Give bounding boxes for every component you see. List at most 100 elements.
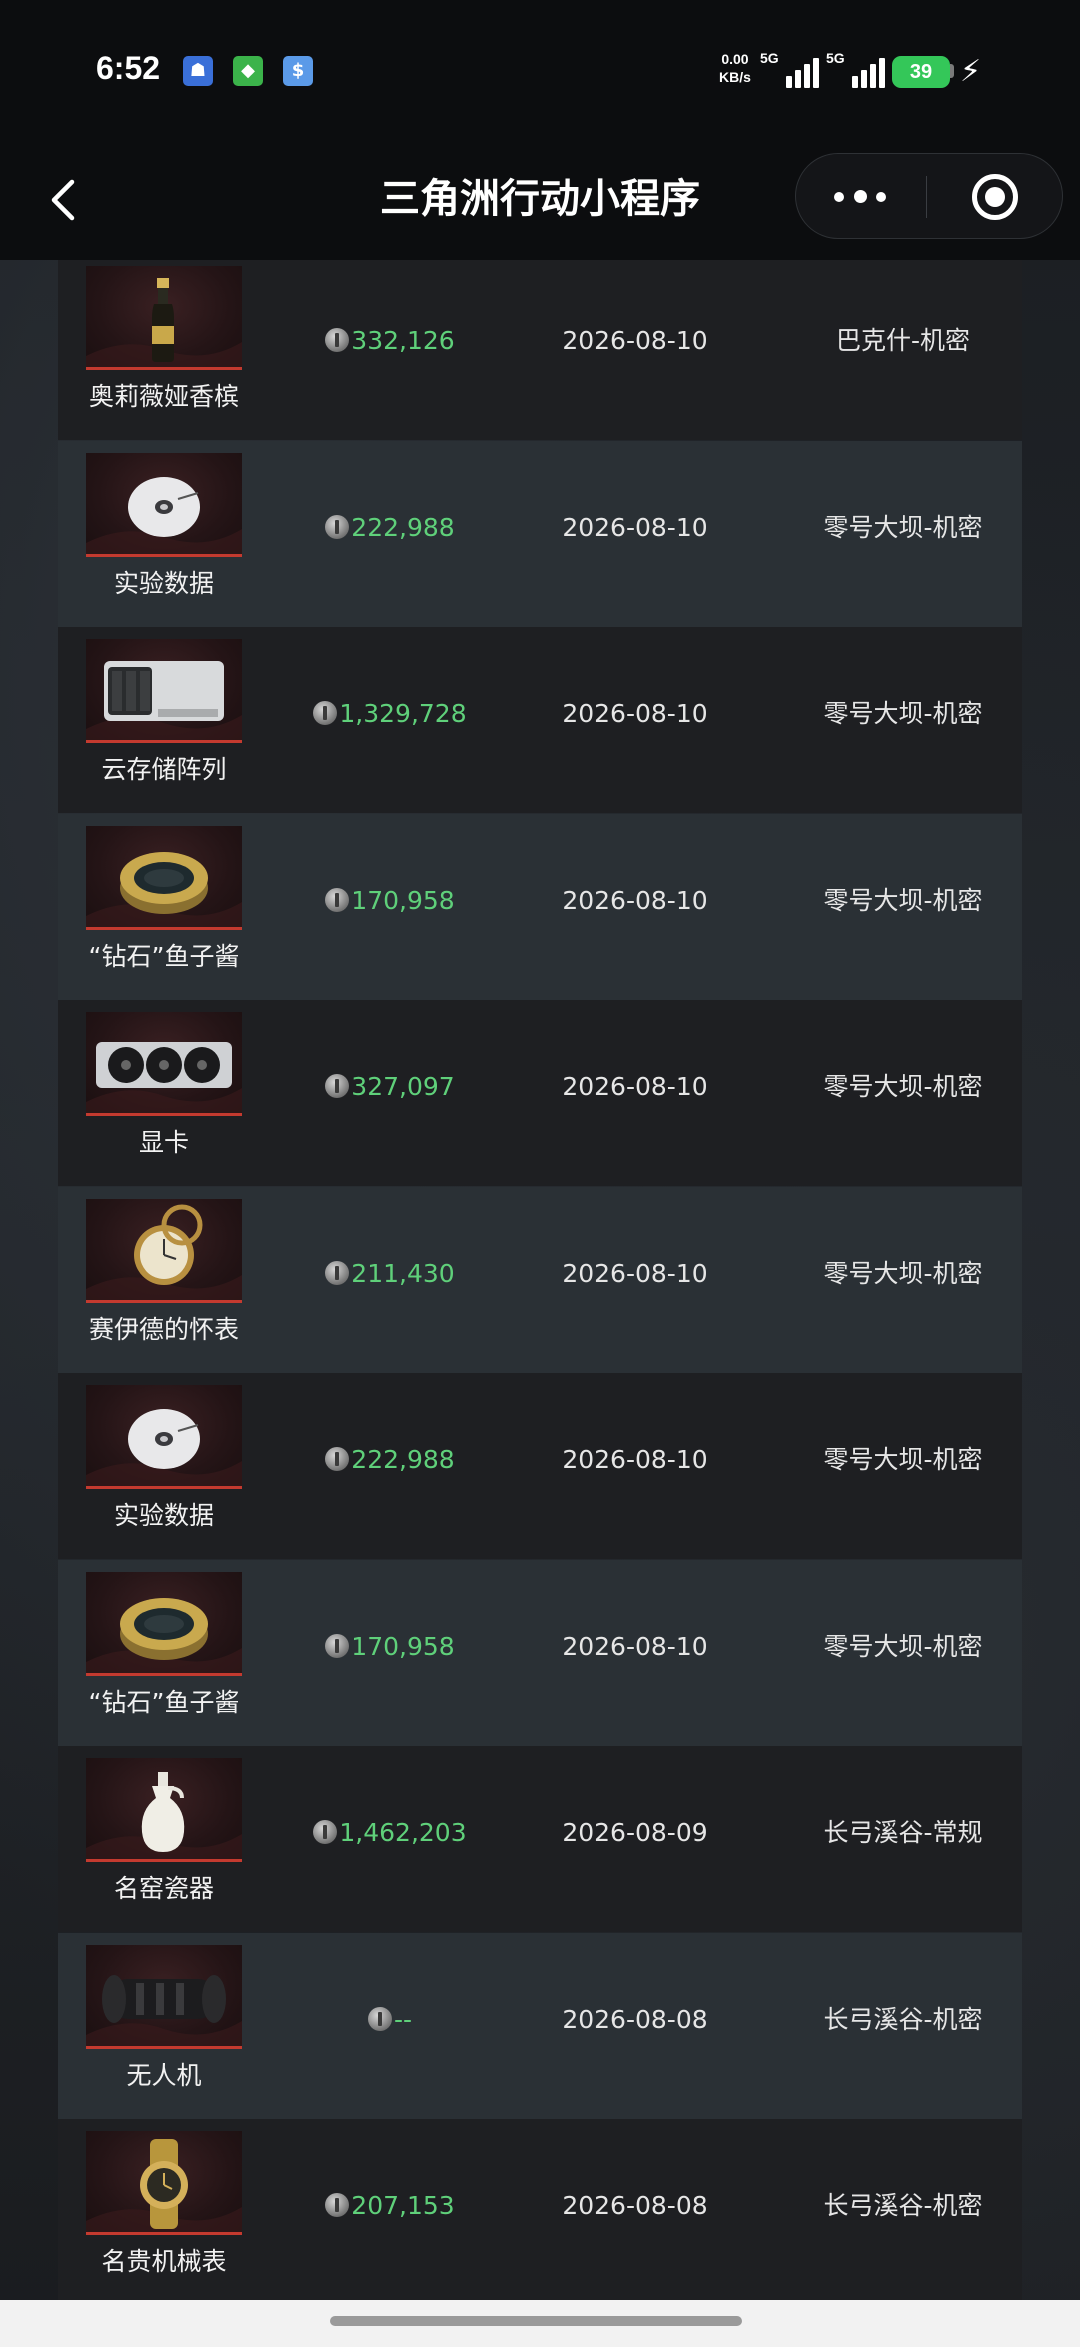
table-row[interactable]: 实验数据 222,988 2026-08-10 零号大坝-机密 xyxy=(58,1373,1022,1559)
record-date: 2026-08-10 xyxy=(562,1632,708,1661)
coin-icon xyxy=(367,2007,392,2031)
drone-icon xyxy=(86,1975,242,2046)
map-mode: 长弓溪谷-机密 xyxy=(823,2191,983,2220)
coin-icon xyxy=(325,2193,350,2217)
price-value: 1,462,203 xyxy=(339,1818,467,1847)
table-row[interactable]: 赛伊德的怀表 211,430 2026-08-10 零号大坝-机密 xyxy=(58,1187,1022,1373)
coin-icon xyxy=(325,1634,350,1658)
item-price: 327,097 xyxy=(270,1070,510,1104)
table-row[interactable]: “钻石”鱼子酱 170,958 2026-08-10 零号大坝-机密 xyxy=(58,814,1022,1000)
item-name: 赛伊德的怀表 xyxy=(88,1315,239,1344)
pocket-watch-icon xyxy=(86,1204,242,1300)
price-value: 207,153 xyxy=(351,2191,455,2220)
record-date: 2026-08-10 xyxy=(562,1072,708,1101)
item-thumbnail xyxy=(86,2131,242,2235)
item-price: 1,329,728 xyxy=(270,697,510,731)
price-value: 332,126 xyxy=(351,326,455,355)
coin-icon xyxy=(325,1074,350,1098)
table-row[interactable]: 奥莉薇娅香槟 332,126 2026-08-10 巴克什-机密 xyxy=(58,260,1022,440)
item-name: 无人机 xyxy=(126,2061,202,2090)
price-value: 170,958 xyxy=(351,886,455,915)
record-date: 2026-08-08 xyxy=(562,2005,708,2034)
item-price: -- xyxy=(270,2003,510,2037)
map-mode: 长弓溪谷-常规 xyxy=(823,1818,983,1847)
record-date: 2026-08-08 xyxy=(562,2191,708,2220)
map-mode: 长弓溪谷-机密 xyxy=(823,2005,983,2034)
item-thumbnail xyxy=(86,266,242,370)
map-mode: 零号大坝-机密 xyxy=(823,699,983,728)
map-mode: 零号大坝-机密 xyxy=(823,1072,983,1101)
price-value: 327,097 xyxy=(351,1072,455,1101)
table-row[interactable]: 无人机 -- 2026-08-08 长弓溪谷-机密 xyxy=(58,1933,1022,2119)
item-thumbnail xyxy=(86,1012,242,1116)
record-date: 2026-08-10 xyxy=(562,699,708,728)
price-value: -- xyxy=(393,2005,413,2034)
notification-app-icon: ☗ xyxy=(183,56,213,86)
map-mode: 零号大坝-机密 xyxy=(823,513,983,542)
price-value: 222,988 xyxy=(351,513,455,542)
shield-icon: ◆ xyxy=(233,56,263,86)
record-date: 2026-08-10 xyxy=(562,886,708,915)
item-thumbnail xyxy=(86,1945,242,2049)
porcelain-vase-icon xyxy=(86,1772,242,1859)
coin-icon xyxy=(325,328,350,352)
item-name: 实验数据 xyxy=(113,1501,214,1530)
table-row[interactable]: “钻石”鱼子酱 170,958 2026-08-10 零号大坝-机密 xyxy=(58,1560,1022,1746)
champagne-bottle-icon xyxy=(86,278,242,367)
item-name: 实验数据 xyxy=(113,569,214,598)
table-row[interactable]: 名窑瓷器 1,462,203 2026-08-09 长弓溪谷-常规 xyxy=(58,1746,1022,1932)
item-name: 名窑瓷器 xyxy=(113,1874,214,1903)
price-value: 170,958 xyxy=(351,1632,455,1661)
coin-icon xyxy=(325,515,350,539)
data-disc-icon xyxy=(86,1409,242,1486)
storage-array-icon xyxy=(86,661,242,740)
item-price: 1,462,203 xyxy=(270,1816,510,1850)
item-price: 211,430 xyxy=(270,1257,510,1291)
network-speed-value: 0.00 xyxy=(721,51,749,67)
data-disc-icon xyxy=(86,477,242,554)
battery-icon: 39 xyxy=(892,56,950,88)
more-button[interactable] xyxy=(796,154,926,240)
item-name: “钻石”鱼子酱 xyxy=(88,942,240,971)
record-date: 2026-08-10 xyxy=(562,326,708,355)
map-mode: 零号大坝-机密 xyxy=(823,886,983,915)
map-mode: 零号大坝-机密 xyxy=(823,1445,983,1474)
coin-icon xyxy=(313,1820,338,1844)
coin-icon xyxy=(325,888,350,912)
item-thumbnail xyxy=(86,826,242,930)
item-price: 207,153 xyxy=(270,2189,510,2223)
item-thumbnail xyxy=(86,1385,242,1489)
map-mode: 巴克什-机密 xyxy=(835,326,971,355)
record-date: 2026-08-10 xyxy=(562,1445,708,1474)
table-row[interactable]: 实验数据 222,988 2026-08-10 零号大坝-机密 xyxy=(58,441,1022,627)
network-speed-unit: KB/s xyxy=(719,69,751,85)
coin-icon xyxy=(325,1261,350,1285)
item-thumbnail xyxy=(86,1758,242,1862)
status-bar: 6:52 ☗ ◆ $ 0.00 KB/s 5G 5G 39 ⚡ xyxy=(0,0,1080,145)
map-mode: 零号大坝-机密 xyxy=(823,1259,983,1288)
item-name: “钻石”鱼子酱 xyxy=(88,1688,240,1717)
payment-icon: $ xyxy=(283,56,313,86)
miniprogram-capsule xyxy=(795,153,1063,239)
item-price: 222,988 xyxy=(270,1443,510,1477)
caviar-tin-icon xyxy=(86,1598,242,1673)
record-list: 奥莉薇娅香槟 332,126 2026-08-10 巴克什-机密实验数据 222,988… xyxy=(58,260,1022,2300)
battery-tip xyxy=(950,64,954,78)
item-thumbnail xyxy=(86,1572,242,1676)
item-price: 332,126 xyxy=(270,324,510,358)
price-value: 211,430 xyxy=(351,1259,455,1288)
network-speed: 0.00 KB/s xyxy=(719,50,751,86)
table-row[interactable]: 云存储阵列 1,329,728 2026-08-10 零号大坝-机密 xyxy=(58,627,1022,813)
coin-icon xyxy=(313,701,338,725)
close-miniprogram-button[interactable] xyxy=(927,154,1063,240)
table-row[interactable]: 显卡 327,097 2026-08-10 零号大坝-机密 xyxy=(58,1000,1022,1186)
home-indicator[interactable] xyxy=(330,2316,742,2326)
charging-bolt-icon: ⚡ xyxy=(960,54,982,89)
graphics-card-icon xyxy=(86,1042,242,1113)
item-thumbnail xyxy=(86,1199,242,1303)
coin-icon xyxy=(325,1447,350,1471)
table-row[interactable]: 名贵机械表 207,153 2026-08-08 长弓溪谷-机密 xyxy=(58,2119,1022,2300)
record-date: 2026-08-10 xyxy=(562,1259,708,1288)
item-name: 奥莉薇娅香槟 xyxy=(88,382,239,411)
item-thumbnail xyxy=(86,639,242,743)
